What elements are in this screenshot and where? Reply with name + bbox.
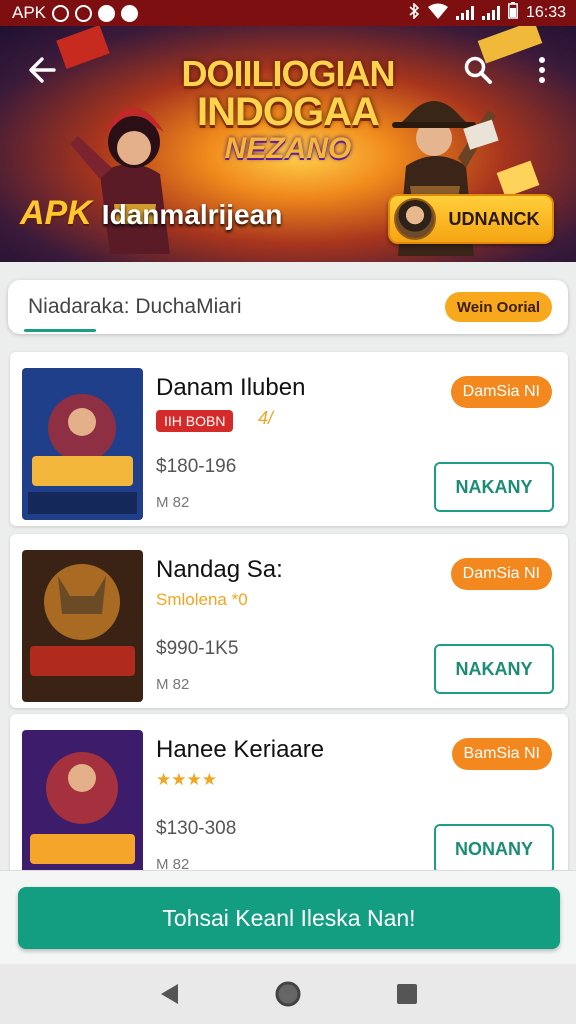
battery-icon — [508, 2, 518, 24]
list-item[interactable]: Hanee Keriaare ★★★★ $130-308 M 82 BamSia… — [10, 714, 568, 888]
system-nav-bar — [0, 964, 576, 1024]
game-subtitle: Smlolena *0 — [156, 590, 248, 609]
hero-decor — [56, 26, 110, 69]
game-title: Danam Iluben — [156, 374, 306, 401]
signal-icon — [481, 6, 500, 20]
list-item[interactable]: Nandag Sa: Smlolena *0 $990-1K5 M 82 Dam… — [10, 534, 568, 708]
status-right: 16:33 — [408, 1, 566, 24]
item-action-button[interactable]: NONANY — [434, 824, 554, 874]
more-options-button[interactable] — [524, 50, 560, 90]
game-price: $990-1K5 — [156, 638, 239, 659]
more-vert-icon — [539, 57, 545, 83]
status-bar: APK 16:33 — [0, 0, 576, 26]
list-item[interactable]: Danam Iluben IIH BOBN 4/ $180-196 M 82 D… — [10, 352, 568, 526]
game-meta: M 82 — [156, 676, 190, 693]
status-badge: BamSia NI — [451, 738, 552, 770]
bluetooth-icon — [408, 1, 420, 24]
game-meta: M 82 — [156, 494, 190, 511]
app-screen: APK 16:33 DOIILIOGIAN INDOGAA NEZANO APK… — [0, 0, 576, 1024]
brand-prefix: APK — [20, 194, 92, 232]
hero-banner: DOIILIOGIAN INDOGAA NEZANO APK Idanmalri… — [0, 26, 576, 262]
unlock-button-label: UDNANCK — [448, 208, 540, 229]
game-title: Hanee Keriaare — [156, 736, 325, 763]
status-left: APK — [12, 3, 139, 23]
back-button[interactable] — [22, 50, 62, 90]
search-mode-pill[interactable]: Wein Oorial — [444, 292, 552, 322]
back-triangle-icon — [161, 984, 179, 1004]
game-rating: ★★★★ — [156, 770, 217, 789]
status-badge: DamSia NI — [450, 376, 552, 408]
recents-square-icon — [396, 984, 417, 1004]
search-icon — [464, 56, 492, 84]
game-title: Nandag Sa: — [156, 556, 283, 583]
wifi-icon — [427, 3, 448, 24]
hero-game-logo: DOIILIOGIAN INDOGAA NEZANO — [150, 56, 426, 164]
search-bar[interactable]: Niadaraka: DuchaMiari Wein Oorial — [8, 280, 568, 334]
search-focus-underline — [24, 329, 96, 332]
status-app-label: APK — [12, 3, 47, 22]
hero-title-line1: DOIILIOGIAN — [181, 53, 396, 94]
notification-dot-icon — [121, 4, 139, 22]
hero-title-line3: NEZANO — [224, 132, 352, 165]
primary-cta-button[interactable]: Tohsai Keanl Ileska Nan! — [18, 887, 560, 949]
notification-dot-icon — [75, 4, 93, 22]
signal-icon — [455, 6, 474, 20]
item-action-button[interactable]: NAKANY — [434, 644, 554, 694]
notification-dot-icon — [98, 4, 116, 22]
avatar — [394, 198, 436, 240]
nav-back-button[interactable] — [149, 974, 189, 1014]
app-brand: APK Idanmalrijean — [20, 194, 282, 233]
app-name: Idanmalrijean — [101, 199, 283, 230]
hero-title-line2: INDOGAA — [197, 90, 380, 134]
game-tag-chip: IIH BOBN — [156, 410, 234, 432]
game-thumbnail — [22, 368, 143, 520]
status-time: 16:33 — [525, 4, 566, 21]
home-circle-icon — [275, 981, 301, 1007]
item-action-button[interactable]: NAKANY — [434, 462, 554, 512]
search-button[interactable] — [458, 50, 498, 90]
unlock-button[interactable]: UDNANCK — [388, 194, 554, 244]
bottom-cta-bar: Tohsai Keanl Ileska Nan! — [0, 870, 576, 964]
game-price: $130-308 — [156, 818, 237, 839]
search-query: Niadaraka: DuchaMiari — [28, 295, 242, 318]
status-badge: DamSia NI — [450, 558, 552, 590]
game-thumbnail — [22, 730, 143, 882]
notification-dot-icon — [52, 4, 70, 22]
game-thumbnail — [22, 550, 143, 702]
game-tag-extra: 4/ — [258, 408, 274, 428]
back-arrow-icon — [29, 57, 56, 83]
hero-decor — [496, 160, 540, 198]
game-price: $180-196 — [156, 456, 237, 477]
nav-recents-button[interactable] — [387, 974, 427, 1014]
nav-home-button[interactable] — [268, 974, 308, 1014]
